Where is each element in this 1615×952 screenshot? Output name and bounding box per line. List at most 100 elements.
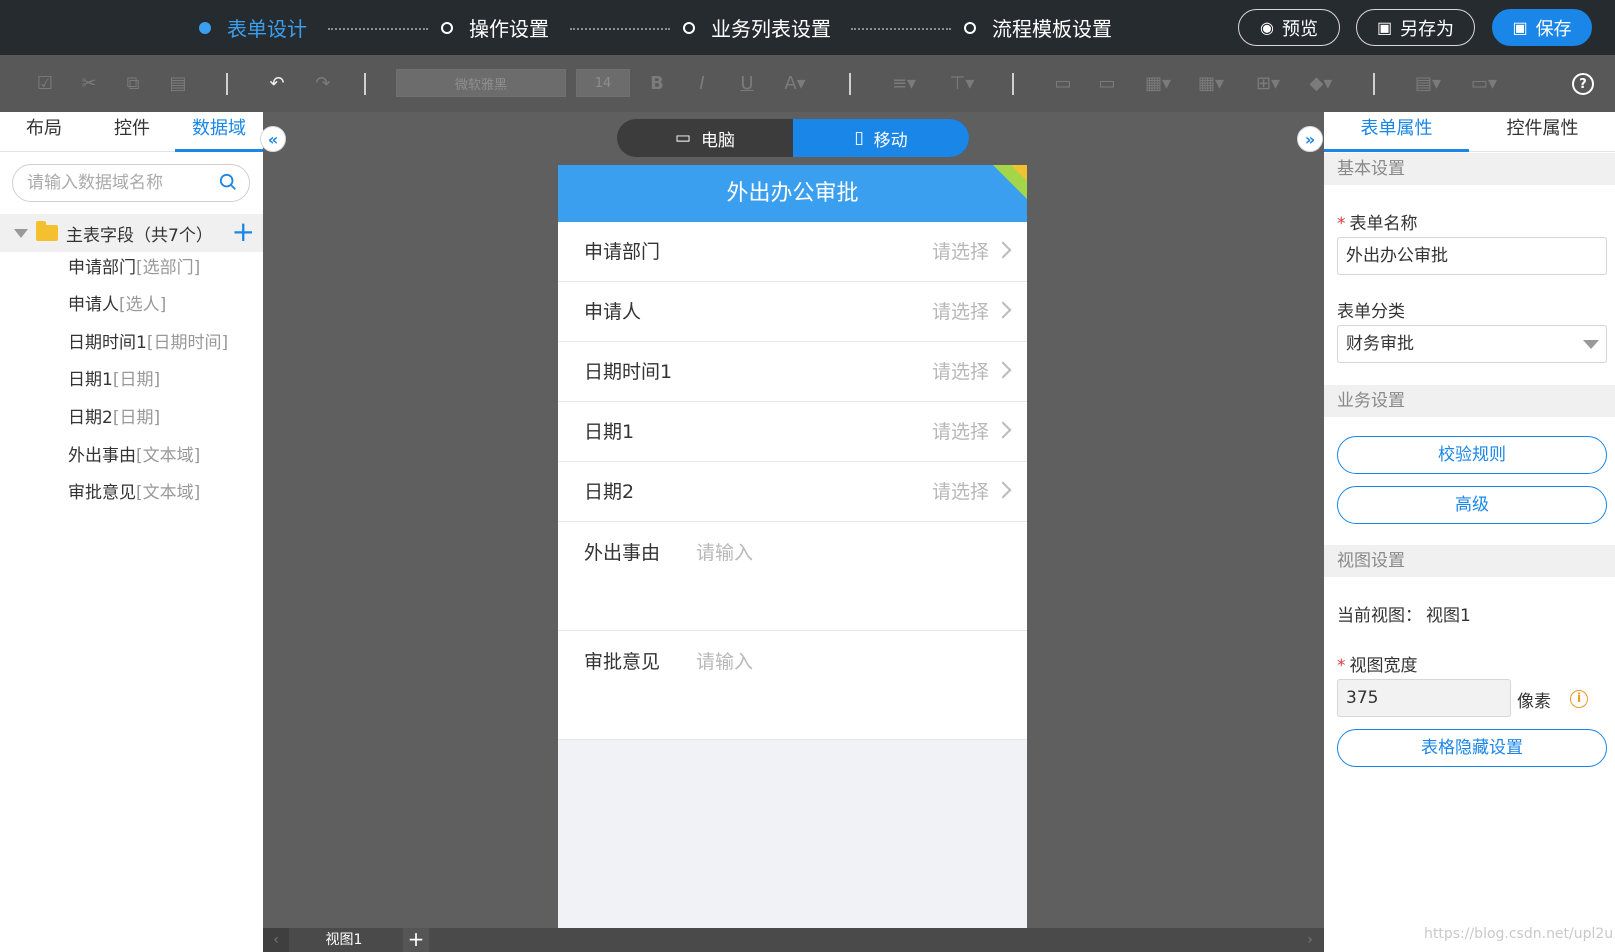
step-process-template-settings[interactable]: 流程模板设置 [964,0,1112,55]
chevron-right-icon [994,481,1012,499]
insert-column-icon[interactable]: ▭ [1092,70,1122,96]
left-panel: 布局 控件 数据域 主表字段（共7个） + 申请部门[选部门] 申请人[选人] … [0,112,263,952]
monitor-icon: ▭ [674,128,692,148]
corner-badge-icon [993,165,1027,199]
help-icon[interactable]: ? [1572,73,1594,95]
validation-rules-button[interactable]: 校验规则 [1337,436,1607,474]
toolbar-separator [1373,73,1375,95]
font-family-select[interactable]: 微软雅黑 [396,69,566,97]
form-row-select[interactable]: 日期时间1 请选择 [558,342,1027,402]
search-icon[interactable] [219,173,237,191]
tab-layout[interactable]: 布局 [0,112,88,152]
view-width-unit: 像素 [1517,692,1551,712]
form-row-select[interactable]: 日期2 请选择 [558,462,1027,522]
underline-icon[interactable]: U [735,70,759,96]
step-form-design[interactable]: 表单设计 [199,0,307,55]
tab-form-properties[interactable]: 表单属性 [1324,112,1469,152]
font-color-icon[interactable]: A▾ [778,70,812,96]
cut-icon[interactable]: ✂ [77,70,101,96]
form-category-label: 表单分类 [1337,302,1405,322]
device-toggle: ▭ 电脑 ▯ 移动 [617,119,969,157]
collapse-left-icon[interactable]: « [260,126,286,152]
merge-cells-icon[interactable]: ▦▾ [1140,70,1176,96]
toolbar-separator [364,73,366,95]
format-toolbar: ☑ ✂ ⧉ ▤ ↶ ↷ 微软雅黑 14 B I U A▾ ≡▾ ⊤▾ ▭ ▭ ▦… [0,55,1615,112]
table-style-icon[interactable]: ▤▾ [1410,70,1446,96]
form-row-textarea[interactable]: 审批意见 请输入 [558,631,1027,740]
floppy-icon: ▣ [1376,19,1393,37]
form-row-select[interactable]: 日期1 请选择 [558,402,1027,462]
add-view-button[interactable]: + [403,928,429,952]
view-width-input[interactable]: 375 [1337,679,1511,717]
layout-style-icon[interactable]: ▭▾ [1466,70,1502,96]
font-size-select[interactable]: 14 [576,69,630,97]
form-row-select[interactable]: 申请部门 请选择 [558,222,1027,282]
tab-control-properties[interactable]: 控件属性 [1470,112,1615,152]
chevron-right-icon [994,361,1012,379]
view-tab[interactable]: 视图1 [289,928,399,952]
form-row-textarea[interactable]: 外出事由 请输入 [558,522,1027,631]
tree-item-field[interactable]: 日期时间1[日期时间] [68,330,228,356]
toolbar-separator [226,73,228,95]
scroll-left-icon[interactable]: ‹ [263,928,289,952]
section-basic: 基本设置 [1324,153,1615,185]
watermark: https://blog.csdn.net/upl2u [1424,926,1614,942]
paste-icon[interactable]: ▤ [166,70,190,96]
delete-cells-icon[interactable]: ▦▾ [1193,70,1229,96]
step-operation-settings[interactable]: 操作设置 [441,0,549,55]
form-name-input[interactable]: 外出办公审批 [1337,237,1607,275]
toolbar-separator [1012,73,1014,95]
folder-icon [36,221,58,241]
tab-data-domain[interactable]: 数据域 [175,112,263,152]
save-button[interactable]: ▣ 保存 [1492,9,1592,46]
step-connector [570,28,670,30]
collapse-right-icon[interactable]: » [1297,126,1323,152]
insert-row-icon[interactable]: ▭ [1048,70,1078,96]
top-step-bar: 表单设计 操作设置 业务列表设置 流程模板设置 ◉ 预览 ▣ 另存为 ▣ 保存 [0,0,1615,55]
tab-controls[interactable]: 控件 [88,112,176,152]
tree-item-field[interactable]: 外出事由[文本域] [68,443,200,469]
info-icon[interactable]: i [1570,690,1588,708]
tree-item-field[interactable]: 日期1[日期] [68,367,160,393]
view-width-label: * 视图宽度 [1337,656,1418,676]
floppy-icon: ▣ [1512,19,1528,37]
checkbox-tool-icon[interactable]: ☑ [33,70,57,96]
table-hide-settings-button[interactable]: 表格隐藏设置 [1337,729,1607,767]
copy-icon[interactable]: ⧉ [121,70,145,96]
device-mobile-button[interactable]: ▯ 移动 [793,119,969,157]
add-field-icon[interactable]: + [232,216,255,248]
fill-color-icon[interactable]: ◆▾ [1303,70,1339,96]
device-pc-button[interactable]: ▭ 电脑 [617,119,793,157]
align-left-icon[interactable]: ≡▾ [886,70,922,96]
form-row-select[interactable]: 申请人 请选择 [558,282,1027,342]
form-category-select[interactable]: 财务审批 [1337,325,1607,363]
undo-icon[interactable]: ↶ [264,70,290,96]
data-domain-search-input[interactable] [27,165,217,201]
tree-item-field[interactable]: 申请人[选人] [68,292,166,318]
form-name-label: * 表单名称 [1337,214,1418,234]
chevron-down-icon [1583,340,1599,349]
right-panel: 表单属性 控件属性 基本设置 * 表单名称 外出办公审批 表单分类 财务审批 业务… [1324,112,1615,952]
step-business-list-settings[interactable]: 业务列表设置 [683,0,831,55]
left-tabs: 布局 控件 数据域 [0,112,263,152]
section-view: 视图设置 [1324,545,1615,577]
step-dot-icon [964,21,976,34]
expand-triangle-icon[interactable] [14,228,28,238]
eye-icon: ◉ [1260,19,1274,37]
tree-item-field[interactable]: 审批意见[文本域] [68,480,200,506]
tree-item-field[interactable]: 日期2[日期] [68,405,160,431]
align-top-icon[interactable]: ⊤▾ [944,70,980,96]
scroll-right-icon[interactable]: › [1300,928,1320,952]
italic-icon[interactable]: I [690,70,714,96]
tree-item-field[interactable]: 申请部门[选部门] [68,255,200,281]
bold-icon[interactable]: B [645,70,669,96]
step-dot-icon [683,21,695,34]
redo-icon[interactable]: ↷ [310,70,336,96]
toolbar-separator [849,73,851,95]
tree-root-main-fields[interactable]: 主表字段（共7个） + [0,214,263,252]
preview-button[interactable]: ◉ 预览 [1238,9,1340,46]
border-icon[interactable]: ⊞▾ [1250,70,1286,96]
advanced-button[interactable]: 高级 [1337,486,1607,524]
step-dot-icon [199,21,211,34]
save-as-button[interactable]: ▣ 另存为 [1356,9,1475,46]
